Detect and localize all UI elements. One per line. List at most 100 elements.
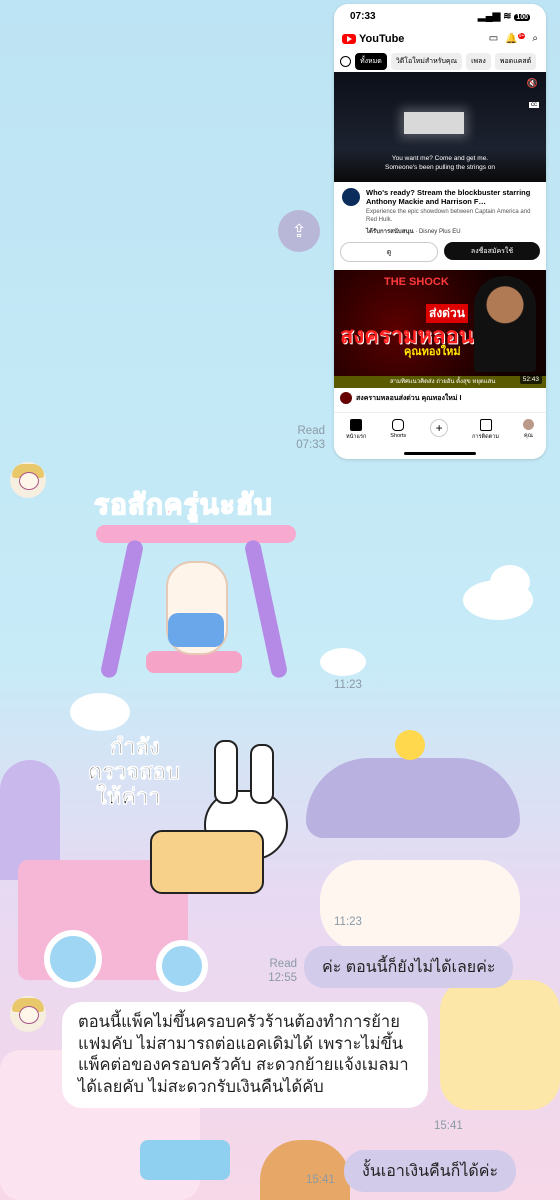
video-title-row: สงครามหลอนส่งด่วน คุณทองใหม่ I [334, 388, 546, 408]
youtube-bottom-nav: หน้าแรก Shorts + การติดตาม คุณ [334, 412, 546, 459]
subscriptions-icon [479, 419, 492, 431]
plus-icon: + [430, 419, 449, 437]
avatar-face [19, 472, 39, 490]
subtitle-line-1: You want me? Come and get me. [391, 155, 489, 162]
nav-shorts: Shorts [390, 419, 406, 439]
nav-you-label: คุณ [524, 433, 533, 439]
message-time: 12:55 [268, 972, 297, 984]
profile-avatar-icon [522, 419, 534, 430]
my-message-bubble[interactable]: งั้นเอาเงินคืนก็ได้ค่ะ [344, 1150, 517, 1192]
ad-title: Who's ready? Stream the blockbuster star… [366, 188, 531, 206]
video-subtitles: You want me? Come and get me. Someone's … [334, 154, 546, 172]
chip-podcast: พอดแคสต์ [494, 52, 537, 70]
status-icons: ▂▄▆ ≋ 100 [477, 10, 530, 22]
cc-icon: cc [529, 102, 539, 108]
search-icon: ⌕ [532, 33, 538, 45]
ad-description: Experience the epic showdown between Cap… [366, 209, 531, 223]
ad-channel-avatar [342, 188, 360, 206]
ad-info: Who's ready? Stream the blockbuster star… [334, 182, 546, 242]
youtube-header: YouTube ▭ 🔔9+ ⌕ [334, 28, 546, 50]
nav-subscriptions: การติดตาม [472, 419, 499, 441]
bell-icon: 🔔9+ [505, 33, 526, 45]
ad-subscribe-button: ลงชื่อสมัครใช้ [444, 242, 540, 260]
ad-watch-button: ดู [340, 242, 438, 262]
white-house-scene [404, 112, 464, 134]
ad-channel: Disney Plus EU [418, 229, 461, 235]
nav-home: หน้าแรก [346, 419, 366, 441]
read-receipt-1: Read 07:33 [296, 424, 325, 452]
share-button[interactable]: ⇪ [278, 210, 320, 252]
channel-avatar [340, 392, 352, 404]
read-label: Read [297, 425, 326, 437]
youtube-chips: ทั้งหมด วิดีโอใหม่สำหรับคุณ เพลง พอดแคสต… [334, 50, 546, 72]
message-time: 07:33 [296, 439, 325, 451]
chip-new-for-you: วิดีโอใหม่สำหรับคุณ [390, 52, 463, 70]
chip-music: เพลง [466, 52, 491, 70]
ad-sponsored: ได้รับการสนับสนุน [366, 229, 414, 235]
youtube-screenshot-image[interactable]: 07:33 ▂▄▆ ≋ 100 YouTube ▭ 🔔9+ ⌕ ทั้งหมด … [334, 4, 546, 459]
cloud-decoration [490, 565, 530, 599]
bunny-ear-left [214, 740, 238, 804]
read-label: Read [269, 958, 298, 970]
home-indicator [404, 452, 476, 455]
mute-icon: 🔇 [526, 78, 538, 88]
ad-buttons: ดู ลงชื่อสมัครใช้ [334, 242, 546, 262]
sticker-waiting[interactable]: รอสักครู่นะฮับ [86, 483, 306, 683]
status-bar: 07:33 ▂▄▆ ≋ 100 [334, 4, 546, 28]
thumb-strip: สามทิศแนวคิดส่ง ถ่ายอัน ตั้งสุข หยุดแสน [334, 376, 546, 388]
incoming-message-text: ตอนนี้แพ็คไม่ขึ้นครอบครัวร้านต้องทำการย้… [78, 1013, 409, 1096]
youtube-logo: YouTube [342, 33, 404, 45]
video-title: สงครามหลอนส่งด่วน คุณทองใหม่ I [356, 394, 462, 402]
subtitle-line-2: Someone's been pulling the strings on [384, 164, 495, 171]
sticker2-text: กำลัง ตรวจสอบ ให้ค่าา [88, 734, 181, 810]
shorts-icon [392, 419, 405, 431]
laptop [150, 830, 264, 894]
read-receipt-2: Read 12:55 [268, 957, 297, 985]
bunny-ear-right [250, 744, 274, 804]
youtube-play-icon [342, 34, 356, 44]
sticker2-line2: ตรวจสอบ [88, 759, 181, 785]
sticker2-time: 11:23 [334, 916, 362, 928]
video-ad-player: 🔇 cc You want me? Come and get me. Someo… [334, 72, 546, 182]
sticker2-line1: กำลัง [110, 734, 161, 760]
sender-avatar[interactable] [10, 996, 46, 1032]
video-duration: 52:43 [519, 375, 542, 384]
home-icon [350, 419, 363, 431]
reply2-time: 15:41 [306, 1174, 335, 1186]
sticker1-time: 11:23 [334, 679, 362, 691]
incoming-message-bubble[interactable]: ตอนนี้แพ็คไม่ขึ้นครอบครัวร้านต้องทำการย้… [62, 1002, 428, 1108]
video-thumbnail: THE SHOCK ส่งด่วน สงครามหลอน คุณทองใหม่ … [334, 270, 546, 388]
chip-all: ทั้งหมด [355, 52, 387, 70]
sticker-text: รอสักครู่นะฮับ [93, 488, 273, 521]
share-icon: ⇪ [291, 220, 307, 241]
youtube-logo-text: YouTube [359, 33, 405, 45]
my-message-bubble[interactable]: ค่ะ ตอนนี้ก็ยังไม่ได้เลยค่ะ [304, 946, 514, 988]
my-message-text: ค่ะ ตอนนี้ก็ยังไม่ได้เลยค่ะ [322, 958, 496, 976]
thumb-person [474, 276, 536, 372]
cast-icon: ▭ [488, 33, 499, 45]
nav-home-label: หน้าแรก [345, 434, 367, 440]
sticker2-line3: ให้ค่าา [96, 784, 161, 810]
my-message-text: งั้นเอาเงินคืนก็ได้ค่ะ [362, 1162, 499, 1180]
explore-icon [340, 55, 351, 67]
swing-frame [96, 525, 296, 543]
swing-pole-right [243, 538, 289, 680]
nav-subscriptions-label: การติดตาม [472, 434, 499, 440]
nav-create: + [430, 419, 449, 437]
sticker-checking[interactable]: กำลัง ตรวจสอบ ให้ค่าา [54, 730, 304, 960]
sender-avatar[interactable] [10, 462, 46, 498]
swing-pole-left [99, 538, 145, 680]
thumb-name-text: คุณทองใหม่ [404, 346, 461, 358]
ad-meta: ได้รับการสนับสนุน · Disney Plus EU [366, 229, 461, 235]
status-time: 07:33 [350, 10, 376, 22]
long-message-time: 15:41 [434, 1120, 463, 1132]
nav-shorts-label: Shorts [390, 433, 407, 439]
cloud-decoration [320, 648, 366, 676]
nav-you: คุณ [522, 419, 534, 440]
avatar-face [19, 1006, 39, 1024]
bunny-dress [168, 613, 224, 647]
battery-level: 100 [514, 13, 530, 21]
youtube-header-icons: ▭ 🔔9+ ⌕ [488, 33, 538, 45]
notification-count: 9+ [517, 33, 526, 40]
thumb-top-text: THE SHOCK [384, 276, 449, 288]
